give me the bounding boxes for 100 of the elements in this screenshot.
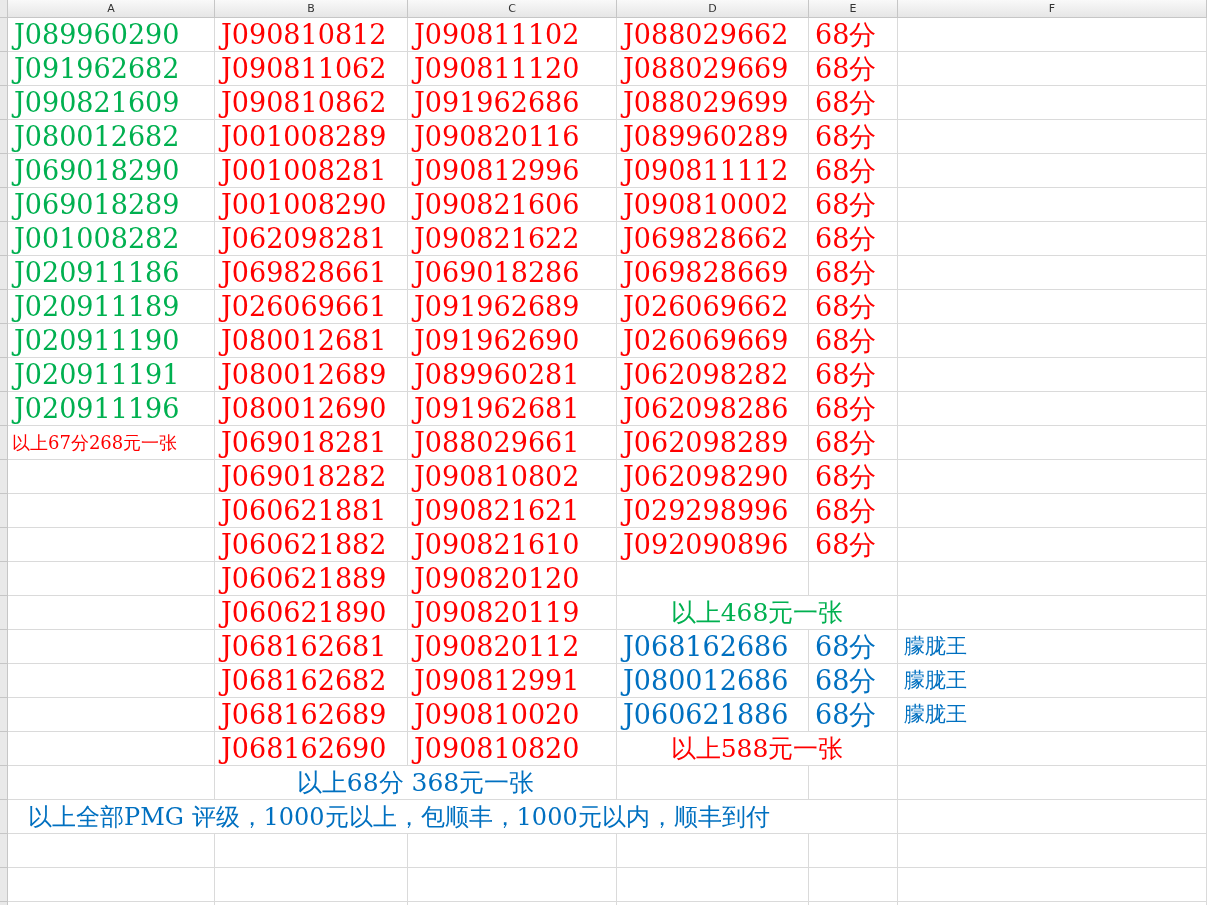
- row-header[interactable]: [0, 732, 8, 766]
- table-cell: 68分: [809, 154, 898, 188]
- table-cell: J091962681: [408, 392, 617, 426]
- row-header[interactable]: [0, 52, 8, 86]
- table-cell: 68分: [809, 290, 898, 324]
- row-header[interactable]: [0, 630, 8, 664]
- table-cell: J001008290: [215, 188, 408, 222]
- table-cell: J068162689: [215, 698, 408, 732]
- table-cell: J060621882: [215, 528, 408, 562]
- column-header[interactable]: E: [809, 0, 898, 18]
- table-cell: 以上全部PMG 评级，1000元以上，包顺丰，1000元以内，顺丰到付: [8, 800, 898, 834]
- row-header[interactable]: [0, 528, 8, 562]
- row-header[interactable]: [0, 596, 8, 630]
- row-header[interactable]: [0, 664, 8, 698]
- table-cell: J090810812: [215, 18, 408, 52]
- table-cell: J091962690: [408, 324, 617, 358]
- row-header[interactable]: [0, 86, 8, 120]
- table-cell: J088029662: [617, 18, 809, 52]
- column-header[interactable]: D: [617, 0, 809, 18]
- table-cell: J062098286: [617, 392, 809, 426]
- table-cell: J090812996: [408, 154, 617, 188]
- table-cell: 以上588元一张: [617, 732, 898, 766]
- table-cell: J080012681: [215, 324, 408, 358]
- row-header[interactable]: [0, 834, 8, 868]
- table-cell: 68分: [809, 426, 898, 460]
- table-cell: 68分: [809, 256, 898, 290]
- table-cell: J090821622: [408, 222, 617, 256]
- table-cell: 68分: [809, 324, 898, 358]
- table-cell: J091962682: [8, 52, 215, 86]
- column-header[interactable]: C: [408, 0, 617, 18]
- table-cell: J088029699: [617, 86, 809, 120]
- row-header[interactable]: [0, 426, 8, 460]
- table-cell: J062098289: [617, 426, 809, 460]
- row-header[interactable]: [0, 358, 8, 392]
- table-cell: J069828662: [617, 222, 809, 256]
- row-header[interactable]: [0, 460, 8, 494]
- table-cell: J068162686: [617, 630, 809, 664]
- table-cell: J080012686: [617, 664, 809, 698]
- table-cell: J001008282: [8, 222, 215, 256]
- row-header[interactable]: [0, 766, 8, 800]
- table-cell: 68分: [809, 188, 898, 222]
- table-cell: J080012682: [8, 120, 215, 154]
- table-cell: J062098282: [617, 358, 809, 392]
- row-header[interactable]: [0, 868, 8, 902]
- table-cell: J060621886: [617, 698, 809, 732]
- table-cell: J090821606: [408, 188, 617, 222]
- table-cell: J069828661: [215, 256, 408, 290]
- table-cell: J029298996: [617, 494, 809, 528]
- table-cell: J090820116: [408, 120, 617, 154]
- row-header[interactable]: [0, 290, 8, 324]
- select-all-corner[interactable]: [0, 0, 8, 18]
- column-header[interactable]: B: [215, 0, 408, 18]
- table-cell: J090810820: [408, 732, 617, 766]
- table-cell: J089960289: [617, 120, 809, 154]
- row-header[interactable]: [0, 188, 8, 222]
- table-cell: J026069669: [617, 324, 809, 358]
- table-cell: J020911186: [8, 256, 215, 290]
- row-header[interactable]: [0, 222, 8, 256]
- row-header[interactable]: [0, 698, 8, 732]
- table-cell: 以上67分268元一张: [8, 426, 215, 460]
- table-cell: J068162681: [215, 630, 408, 664]
- row-header[interactable]: [0, 800, 8, 834]
- table-cell: 68分: [809, 358, 898, 392]
- table-cell: J001008289: [215, 120, 408, 154]
- table-cell: 68分: [809, 494, 898, 528]
- table-cell: J020911196: [8, 392, 215, 426]
- table-cell: 朦胧王: [898, 664, 1207, 698]
- table-cell: J060621889: [215, 562, 408, 596]
- table-cell: J090821610: [408, 528, 617, 562]
- table-cell: J069018289: [8, 188, 215, 222]
- row-header[interactable]: [0, 494, 8, 528]
- row-header[interactable]: [0, 18, 8, 52]
- table-cell: J060621890: [215, 596, 408, 630]
- row-header[interactable]: [0, 154, 8, 188]
- table-cell: 朦胧王: [898, 630, 1207, 664]
- table-cell: J090821609: [8, 86, 215, 120]
- table-cell: J020911190: [8, 324, 215, 358]
- table-cell: J090811120: [408, 52, 617, 86]
- table-cell: J001008281: [215, 154, 408, 188]
- table-cell: J091962689: [408, 290, 617, 324]
- row-header[interactable]: [0, 392, 8, 426]
- table-cell: J069018281: [215, 426, 408, 460]
- row-header[interactable]: [0, 324, 8, 358]
- row-header[interactable]: [0, 120, 8, 154]
- column-header[interactable]: F: [898, 0, 1207, 18]
- row-header[interactable]: [0, 562, 8, 596]
- table-cell: J090820119: [408, 596, 617, 630]
- row-header[interactable]: [0, 256, 8, 290]
- table-cell: 以上68分 368元一张: [215, 766, 617, 800]
- table-cell: 68分: [809, 460, 898, 494]
- table-cell: 68分: [809, 630, 898, 664]
- column-header[interactable]: A: [8, 0, 215, 18]
- table-cell: J026069661: [215, 290, 408, 324]
- table-cell: 68分: [809, 222, 898, 256]
- table-cell: J080012689: [215, 358, 408, 392]
- table-cell: J091962686: [408, 86, 617, 120]
- table-cell: 68分: [809, 698, 898, 732]
- table-cell: 68分: [809, 528, 898, 562]
- table-cell: J090810020: [408, 698, 617, 732]
- table-cell: J068162690: [215, 732, 408, 766]
